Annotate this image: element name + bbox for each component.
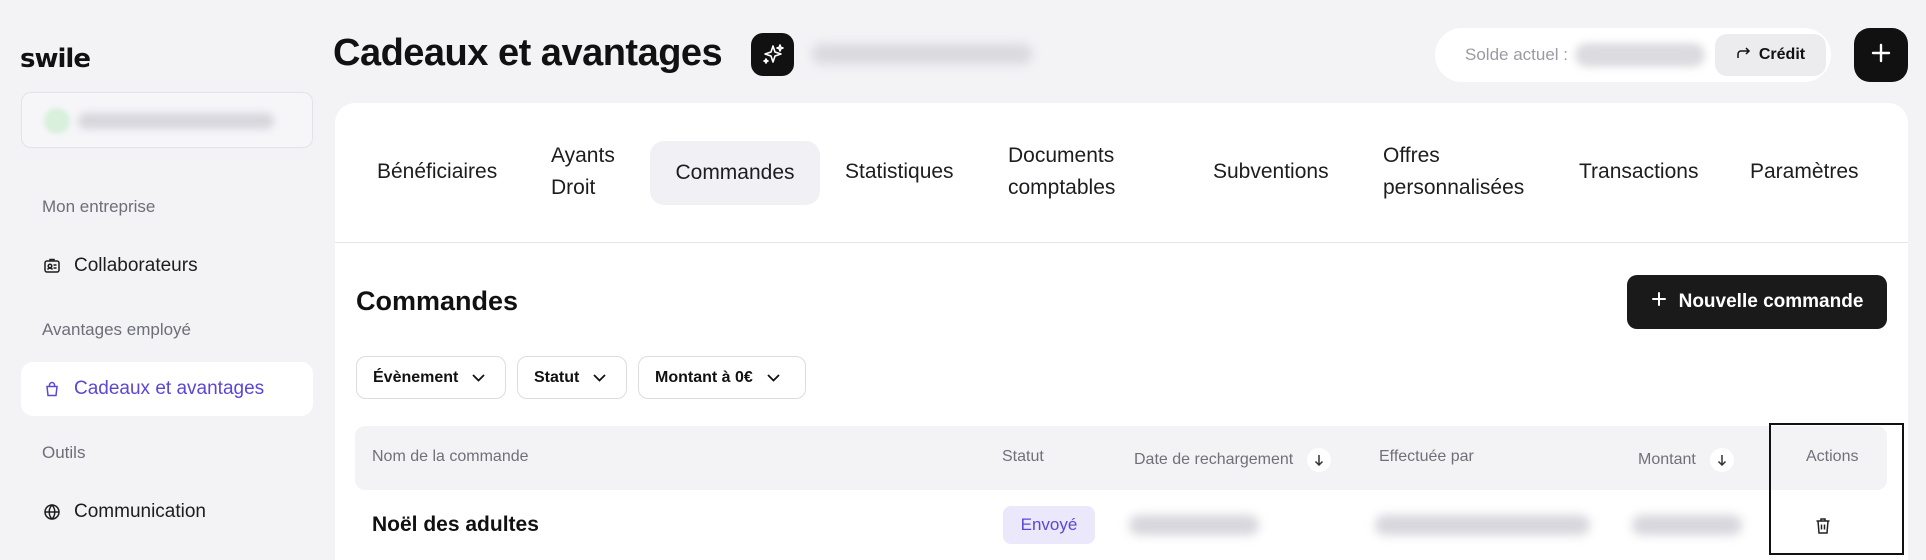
column-header-status: Statut <box>1002 448 1044 466</box>
sidebar: swile Mon entreprise Collaborateurs Avan… <box>0 0 330 560</box>
company-name-redacted <box>812 44 1032 64</box>
page-title: Cadeaux et avantages <box>333 32 723 74</box>
new-order-label: Nouvelle commande <box>1678 291 1864 312</box>
chevron-down-icon <box>767 369 780 387</box>
tab-statistiques[interactable]: Statistiques <box>845 156 954 188</box>
tab-beneficiaires[interactable]: Bénéficiaires <box>377 156 497 188</box>
amount-redacted <box>1632 515 1742 535</box>
tab-ayants-droit[interactable]: Ayants Droit <box>551 140 651 204</box>
sidebar-item-gifts[interactable]: Cadeaux et avantages <box>21 362 313 416</box>
table-header: Nom de la commande Statut Date de rechar… <box>355 426 1887 490</box>
author-redacted <box>1375 515 1590 535</box>
balance-label: Solde actuel : <box>1465 45 1569 64</box>
status-badge: Envoyé <box>1003 506 1095 544</box>
account-switcher[interactable] <box>21 92 313 148</box>
section-label-benefits: Avantages employé <box>42 320 192 339</box>
order-name: Noël des adultes <box>372 513 539 536</box>
column-header-name: Nom de la commande <box>372 448 529 466</box>
account-avatar <box>44 108 70 134</box>
plus-icon <box>1870 42 1892 69</box>
chevron-down-icon <box>472 369 486 387</box>
add-button[interactable] <box>1854 28 1908 82</box>
filter-status[interactable]: Statut <box>517 356 627 399</box>
column-label: Effectuée par <box>1379 448 1474 465</box>
main-card: Bénéficiaires Ayants Droit Commandes Sta… <box>335 103 1908 560</box>
section-label-tools: Outils <box>42 443 86 462</box>
globe-icon <box>43 503 61 521</box>
account-name-redacted <box>78 113 274 129</box>
balance-widget: Solde actuel : Crédit <box>1435 28 1831 82</box>
sidebar-item-collaborators[interactable]: Collaborateurs <box>21 239 313 293</box>
id-badge-icon <box>43 257 61 275</box>
sidebar-item-label: Communication <box>74 501 206 522</box>
sort-arrow-icon[interactable] <box>1709 448 1734 472</box>
credit-button[interactable]: Crédit <box>1715 34 1826 76</box>
tab-transactions[interactable]: Transactions <box>1579 156 1698 188</box>
credit-label: Crédit <box>1758 46 1806 63</box>
redo-arrow-icon <box>1736 46 1751 64</box>
sidebar-item-label: Cadeaux et avantages <box>74 378 265 399</box>
sidebar-item-label: Collaborateurs <box>74 255 198 276</box>
plus-icon <box>1651 291 1667 313</box>
swile-logo[interactable]: swile <box>20 44 91 74</box>
sort-arrow-icon[interactable] <box>1307 448 1332 472</box>
filter-amount[interactable]: Montant à 0€ <box>638 356 806 399</box>
tab-subventions[interactable]: Subventions <box>1213 156 1329 188</box>
column-label: Actions <box>1806 448 1859 465</box>
tab-documents-comptables[interactable]: Documents comptables <box>1008 140 1158 204</box>
balance-value-redacted <box>1575 43 1705 67</box>
filter-label: Évènement <box>373 368 459 386</box>
filter-label: Montant à 0€ <box>655 368 753 386</box>
tab-bar: Bénéficiaires Ayants Droit Commandes Sta… <box>335 103 1908 243</box>
column-label: Date de rechargement <box>1134 451 1294 468</box>
shopping-bag-icon <box>43 380 61 398</box>
tab-parametres[interactable]: Paramètres <box>1750 156 1859 188</box>
filter-event[interactable]: Évènement <box>356 356 506 399</box>
tab-offres-personnalisees[interactable]: Offres personnalisées <box>1383 140 1543 204</box>
column-header-date[interactable]: Date de rechargement <box>1134 448 1332 472</box>
section-label-company: Mon entreprise <box>42 197 156 216</box>
tab-commandes[interactable]: Commandes <box>650 141 820 205</box>
column-label: Statut <box>1002 448 1044 465</box>
trash-icon[interactable] <box>1812 515 1834 537</box>
sidebar-item-communication[interactable]: Communication <box>21 485 313 539</box>
column-label: Montant <box>1638 451 1696 468</box>
section-title: Commandes <box>356 286 519 316</box>
date-redacted <box>1129 515 1259 535</box>
chevron-down-icon <box>593 369 606 387</box>
column-label: Nom de la commande <box>372 448 529 465</box>
new-order-button[interactable]: Nouvelle commande <box>1627 275 1887 329</box>
column-header-actions: Actions <box>1806 448 1858 466</box>
sparkle-icon[interactable] <box>751 33 794 76</box>
filter-label: Statut <box>534 368 580 386</box>
column-header-amount[interactable]: Montant <box>1638 448 1734 472</box>
column-header-by: Effectuée par <box>1379 448 1474 466</box>
